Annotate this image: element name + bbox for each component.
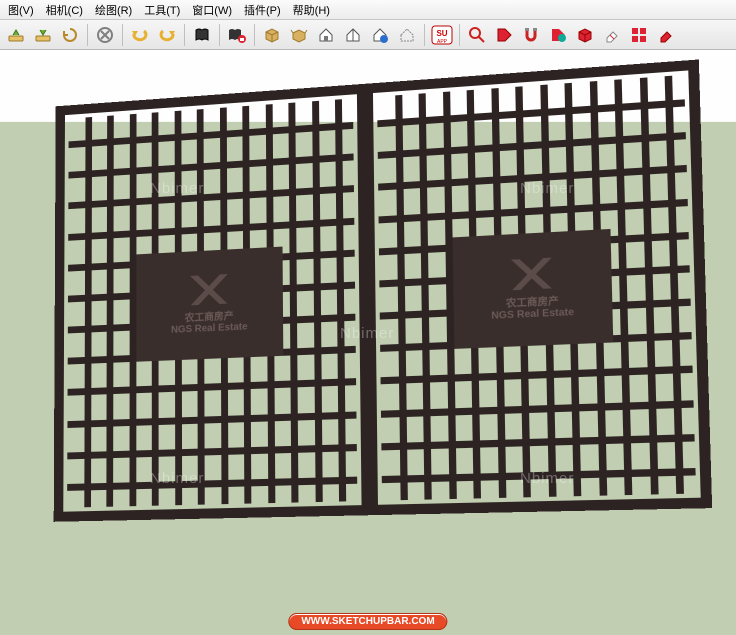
tag-teal-icon[interactable] (546, 23, 570, 47)
su-app-icon[interactable]: SUAPP (430, 23, 454, 47)
delete-circle-icon[interactable] (93, 23, 117, 47)
svg-text:APP: APP (437, 39, 448, 45)
panel-center-badge: 农工商房产 NGS Real Estate (453, 229, 614, 349)
lattice-panel-right: 农工商房产 NGS Real Estate (367, 59, 712, 515)
house-blue-icon[interactable] (368, 23, 392, 47)
toolbar-separator (87, 24, 88, 46)
cube-red-icon[interactable] (573, 23, 597, 47)
menu-help[interactable]: 帮助(H) (287, 0, 336, 20)
menu-view[interactable]: 图(V) (2, 0, 40, 20)
tray-prev-icon[interactable] (4, 23, 28, 47)
box-open-icon[interactable] (287, 23, 311, 47)
tray-next-icon[interactable] (31, 23, 55, 47)
lattice-screen-model[interactable]: 农工商房产 NGS Real Estate 农工商房产 (54, 59, 712, 521)
lattice-panel-left: 农工商房产 NGS Real Estate (54, 84, 372, 522)
toolbar-separator (122, 24, 123, 46)
redo-arrow-icon[interactable] (155, 23, 179, 47)
book-icon[interactable] (190, 23, 214, 47)
logo-icon (505, 257, 558, 290)
toolbar-separator (424, 24, 425, 46)
panel-center-badge: 农工商房产 NGS Real Estate (136, 247, 283, 362)
menu-window[interactable]: 窗口(W) (186, 0, 238, 20)
house-dashed-icon[interactable] (395, 23, 419, 47)
bottom-watermark-label: WWW.SKETCHUPBAR.COM (288, 613, 447, 630)
magnet-icon[interactable] (519, 23, 543, 47)
box-icon[interactable] (260, 23, 284, 47)
tag-red-icon[interactable] (492, 23, 516, 47)
menu-plugins[interactable]: 插件(P) (238, 0, 287, 20)
bottom-watermark: WWW.SKETCHUPBAR.COM (288, 611, 447, 629)
svg-text:SU: SU (436, 29, 447, 38)
menu-draw[interactable]: 绘图(R) (89, 0, 138, 20)
toolbar-separator (219, 24, 220, 46)
magnify-icon[interactable] (465, 23, 489, 47)
toolbar-separator (254, 24, 255, 46)
eraser-white-icon[interactable] (600, 23, 624, 47)
badge-text-en: NGS Real Estate (171, 321, 248, 335)
menu-bar[interactable]: 图(V) 相机(C) 绘图(R) 工具(T) 窗口(W) 插件(P) 帮助(H) (0, 0, 736, 20)
viewport-3d[interactable]: 农工商房产 NGS Real Estate 农工商房产 (0, 50, 736, 635)
house-icon[interactable] (314, 23, 338, 47)
badge-text-en: NGS Real Estate (491, 307, 574, 322)
eraser-red-icon[interactable] (654, 23, 678, 47)
book-lock-icon[interactable] (225, 23, 249, 47)
house-open-icon[interactable] (341, 23, 365, 47)
toolbar: SUAPP (0, 20, 736, 50)
module-icon[interactable] (627, 23, 651, 47)
cycle-icon[interactable] (58, 23, 82, 47)
toolbar-separator (184, 24, 185, 46)
logo-icon (185, 274, 234, 306)
menu-camera[interactable]: 相机(C) (40, 0, 89, 20)
menu-tools[interactable]: 工具(T) (138, 0, 186, 20)
toolbar-separator (459, 24, 460, 46)
undo-arrow-icon[interactable] (128, 23, 152, 47)
